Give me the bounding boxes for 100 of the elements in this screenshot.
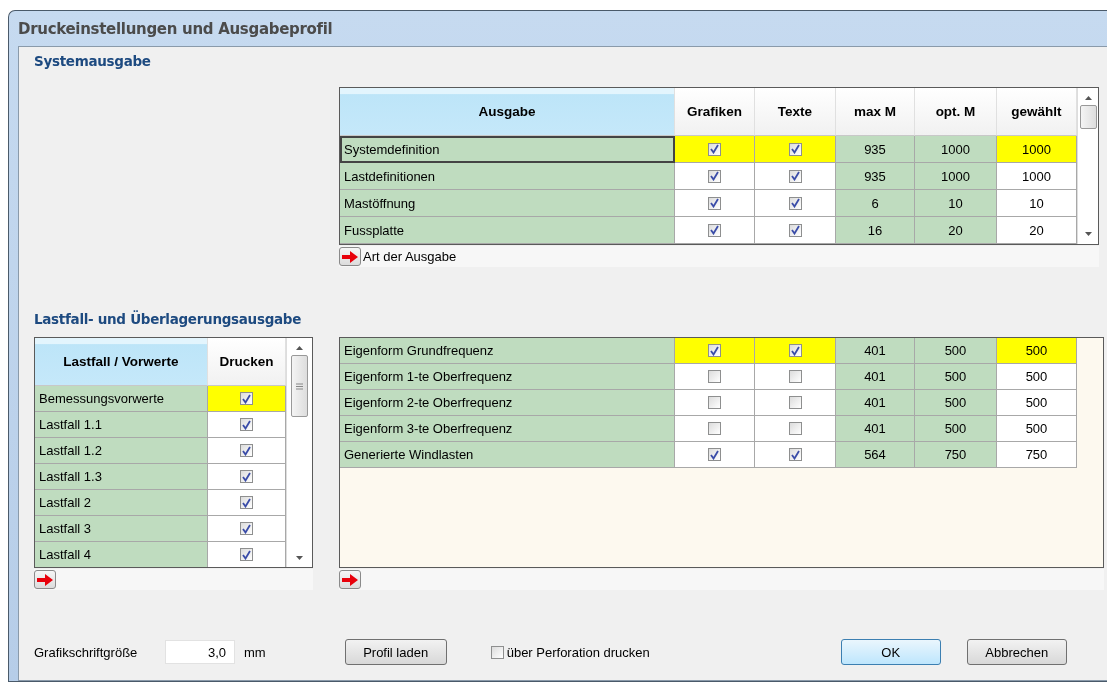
opt-m-cell: 20 — [915, 217, 997, 244]
load-case-cell[interactable]: Lastfall 1.2 — [35, 438, 208, 464]
chosen-cell[interactable]: 500 — [997, 338, 1077, 364]
load-case-cell[interactable]: Bemessungsvorwerte — [35, 386, 208, 412]
column-header: gewählt — [997, 88, 1077, 136]
load-case-cell[interactable]: Lastfall 3 — [35, 516, 208, 542]
arrow-button[interactable] — [339, 247, 361, 266]
checkbox[interactable] — [240, 548, 253, 561]
arrow-button[interactable] — [339, 570, 361, 589]
chosen-cell[interactable]: 20 — [997, 217, 1077, 244]
max-m-cell: 401 — [836, 390, 915, 416]
scroll-down-icon[interactable] — [296, 556, 303, 560]
column-header: Ausgabe — [340, 88, 675, 136]
checkbox[interactable] — [708, 422, 721, 435]
column-header: max M — [836, 88, 915, 136]
row-name-cell[interactable]: Lastdefinitionen — [340, 163, 675, 190]
checkbox[interactable] — [708, 344, 721, 357]
checkbox[interactable] — [788, 344, 802, 357]
chosen-cell[interactable]: 1000 — [997, 136, 1077, 163]
chosen-cell[interactable]: 500 — [997, 416, 1077, 442]
scrollbar[interactable] — [1077, 88, 1098, 244]
max-m-cell: 401 — [836, 338, 915, 364]
checkbox[interactable] — [708, 142, 721, 156]
load-case-cell[interactable]: Lastfall 2 — [35, 490, 208, 516]
font-size-label: Grafikschriftgröße — [34, 644, 139, 660]
output-type-label: Art der Ausgabe — [363, 249, 457, 264]
scroll-up-icon[interactable] — [296, 346, 303, 350]
checkbox[interactable] — [788, 196, 802, 210]
column-header: Lastfall / Vorwerte — [35, 338, 208, 386]
row-name-cell[interactable]: Eigenform Grundfrequenz — [340, 338, 675, 364]
opt-m-cell: 1000 — [915, 163, 997, 190]
opt-m-cell: 500 — [915, 390, 997, 416]
chosen-cell[interactable]: 750 — [997, 442, 1077, 468]
row-name-cell[interactable]: Fussplatte — [340, 217, 675, 244]
opt-m-cell: 750 — [915, 442, 997, 468]
section-heading: Lastfall- und Überlagerungsausgabe — [34, 311, 303, 329]
scrollbar-thumb[interactable] — [291, 355, 308, 417]
checkbox[interactable] — [708, 223, 721, 237]
arrow-right-icon — [37, 573, 53, 586]
checkbox[interactable] — [240, 444, 253, 457]
chosen-cell[interactable]: 500 — [997, 364, 1077, 390]
scroll-down-icon[interactable] — [1084, 232, 1092, 236]
perforation-label[interactable]: über Perforation drucken — [506, 644, 650, 660]
ok-button[interactable]: OK — [840, 639, 941, 665]
load-case-cell[interactable]: Lastfall 1.1 — [35, 412, 208, 438]
opt-m-cell: 500 — [915, 338, 997, 364]
row-name-cell[interactable]: Mastöffnung — [340, 190, 675, 217]
column-header: Texte — [755, 88, 836, 136]
checkbox[interactable] — [240, 496, 253, 509]
load-profile-button[interactable]: Profil laden — [344, 639, 447, 665]
max-m-cell: 935 — [836, 163, 915, 190]
row-name-cell[interactable]: Generierte Windlasten — [340, 442, 675, 468]
checkbox[interactable] — [788, 169, 802, 183]
opt-m-cell: 10 — [915, 190, 997, 217]
checkbox[interactable] — [788, 142, 802, 156]
window-title: Druckeinstellungen und Ausgabeprofil — [18, 18, 334, 40]
checkbox[interactable] — [708, 396, 721, 409]
checkbox[interactable] — [708, 448, 721, 461]
column-header: Grafiken — [675, 88, 755, 136]
checkbox[interactable] — [788, 370, 802, 383]
max-m-cell: 401 — [836, 364, 915, 390]
checkbox[interactable] — [240, 522, 253, 535]
row-name-cell[interactable]: Eigenform 1-te Oberfrequenz — [340, 364, 675, 390]
opt-m-cell: 500 — [915, 364, 997, 390]
checkbox[interactable] — [240, 470, 253, 483]
max-m-cell: 401 — [836, 416, 915, 442]
arrow-right-icon — [342, 573, 358, 586]
scrollbar-thumb[interactable] — [1079, 105, 1097, 129]
chosen-cell[interactable]: 10 — [997, 190, 1077, 217]
load-case-cell[interactable]: Lastfall 4 — [35, 542, 208, 567]
max-m-cell: 16 — [836, 217, 915, 244]
checkbox[interactable] — [788, 396, 802, 409]
checkbox[interactable] — [240, 392, 253, 405]
load-case-cell[interactable]: Lastfall 1.3 — [35, 464, 208, 490]
arrow-right-icon — [342, 250, 358, 263]
max-m-cell: 935 — [836, 136, 915, 163]
row-name-cell[interactable]: Eigenform 3-te Oberfrequenz — [340, 416, 675, 442]
row-name-cell[interactable]: Eigenform 2-te Oberfrequenz — [340, 390, 675, 416]
opt-m-cell: 1000 — [915, 136, 997, 163]
checkbox[interactable] — [708, 169, 721, 183]
section-heading: Systemausgabe — [34, 53, 152, 71]
cancel-button[interactable]: Abbrechen — [966, 639, 1067, 665]
font-size-field[interactable]: 3,0 — [165, 640, 235, 664]
checkbox[interactable] — [788, 223, 802, 237]
max-m-cell: 564 — [836, 442, 915, 468]
max-m-cell: 6 — [836, 190, 915, 217]
checkbox[interactable] — [240, 418, 253, 431]
checkbox[interactable] — [490, 645, 504, 659]
row-name-cell[interactable]: Systemdefinition — [340, 136, 675, 163]
chosen-cell[interactable]: 500 — [997, 390, 1077, 416]
chosen-cell[interactable]: 1000 — [997, 163, 1077, 190]
arrow-button[interactable] — [34, 570, 56, 589]
column-header: Drucken — [208, 338, 286, 386]
checkbox[interactable] — [788, 422, 802, 435]
column-header: opt. M — [915, 88, 997, 136]
checkbox[interactable] — [708, 196, 721, 210]
unit-label: mm — [244, 644, 266, 660]
checkbox[interactable] — [708, 370, 721, 383]
checkbox[interactable] — [788, 448, 802, 461]
scroll-up-icon[interactable] — [1084, 96, 1092, 100]
